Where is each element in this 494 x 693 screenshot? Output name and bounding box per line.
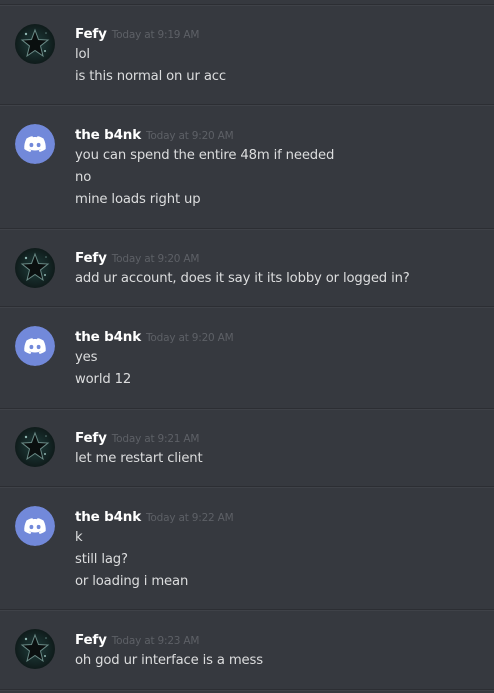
timestamp: Today at 9:20 AM	[145, 130, 234, 142]
fefy-avatar-icon	[15, 427, 55, 467]
message-text: add ur account, does it say it its lobby…	[75, 271, 410, 286]
message-text: you can spend the entire 48m if needed	[75, 148, 335, 163]
message-text: mine loads right up	[75, 192, 201, 207]
fefy-avatar-icon	[15, 629, 55, 669]
discord-logo-icon	[15, 326, 55, 366]
username[interactable]: Fefy	[75, 26, 107, 42]
message-header: the b4nk Today at 9:20 AM	[75, 126, 234, 144]
message-text: is this normal on ur acc	[75, 69, 226, 84]
message-divider	[0, 104, 494, 106]
message-text: yes	[75, 350, 98, 365]
message-text: no	[75, 170, 92, 185]
discord-logo-icon	[15, 124, 55, 164]
username[interactable]: the b4nk	[75, 329, 141, 345]
message-divider	[0, 609, 494, 611]
avatar[interactable]	[15, 427, 55, 467]
message-text: oh god ur interface is a mess	[75, 653, 263, 668]
avatar[interactable]	[15, 24, 55, 64]
username[interactable]: Fefy	[75, 632, 107, 648]
avatar[interactable]	[15, 629, 55, 669]
username[interactable]: Fefy	[75, 430, 107, 446]
username[interactable]: the b4nk	[75, 127, 141, 143]
message-header: Fefy Today at 9:21 AM	[75, 429, 199, 447]
message-divider	[0, 228, 494, 230]
message-text: or loading i mean	[75, 574, 189, 589]
timestamp: Today at 9:22 AM	[145, 512, 234, 524]
message-text: let me restart client	[75, 451, 203, 466]
message-text: k	[75, 530, 83, 545]
message-divider	[0, 306, 494, 308]
message-text: lol	[75, 47, 90, 62]
message-header: Fefy Today at 9:23 AM	[75, 631, 199, 649]
message-divider	[0, 486, 494, 488]
message-divider	[0, 408, 494, 410]
message-header: Fefy Today at 9:19 AM	[75, 25, 199, 43]
discord-logo-icon	[15, 506, 55, 546]
timestamp: Today at 9:20 AM	[145, 332, 234, 344]
message-header: the b4nk Today at 9:22 AM	[75, 508, 234, 526]
message-divider	[0, 4, 494, 6]
message-header: Fefy Today at 9:20 AM	[75, 249, 199, 267]
avatar[interactable]	[15, 506, 55, 546]
timestamp: Today at 9:19 AM	[111, 29, 200, 41]
avatar[interactable]	[15, 326, 55, 366]
message-header: the b4nk Today at 9:20 AM	[75, 328, 234, 346]
username[interactable]: the b4nk	[75, 509, 141, 525]
message-divider	[0, 689, 494, 691]
message-text: still lag?	[75, 552, 128, 567]
fefy-avatar-icon	[15, 24, 55, 64]
avatar[interactable]	[15, 248, 55, 288]
username[interactable]: Fefy	[75, 250, 107, 266]
fefy-avatar-icon	[15, 248, 55, 288]
message-text: world 12	[75, 372, 132, 387]
timestamp: Today at 9:21 AM	[111, 433, 200, 445]
timestamp: Today at 9:23 AM	[111, 635, 200, 647]
avatar[interactable]	[15, 124, 55, 164]
timestamp: Today at 9:20 AM	[111, 253, 200, 265]
